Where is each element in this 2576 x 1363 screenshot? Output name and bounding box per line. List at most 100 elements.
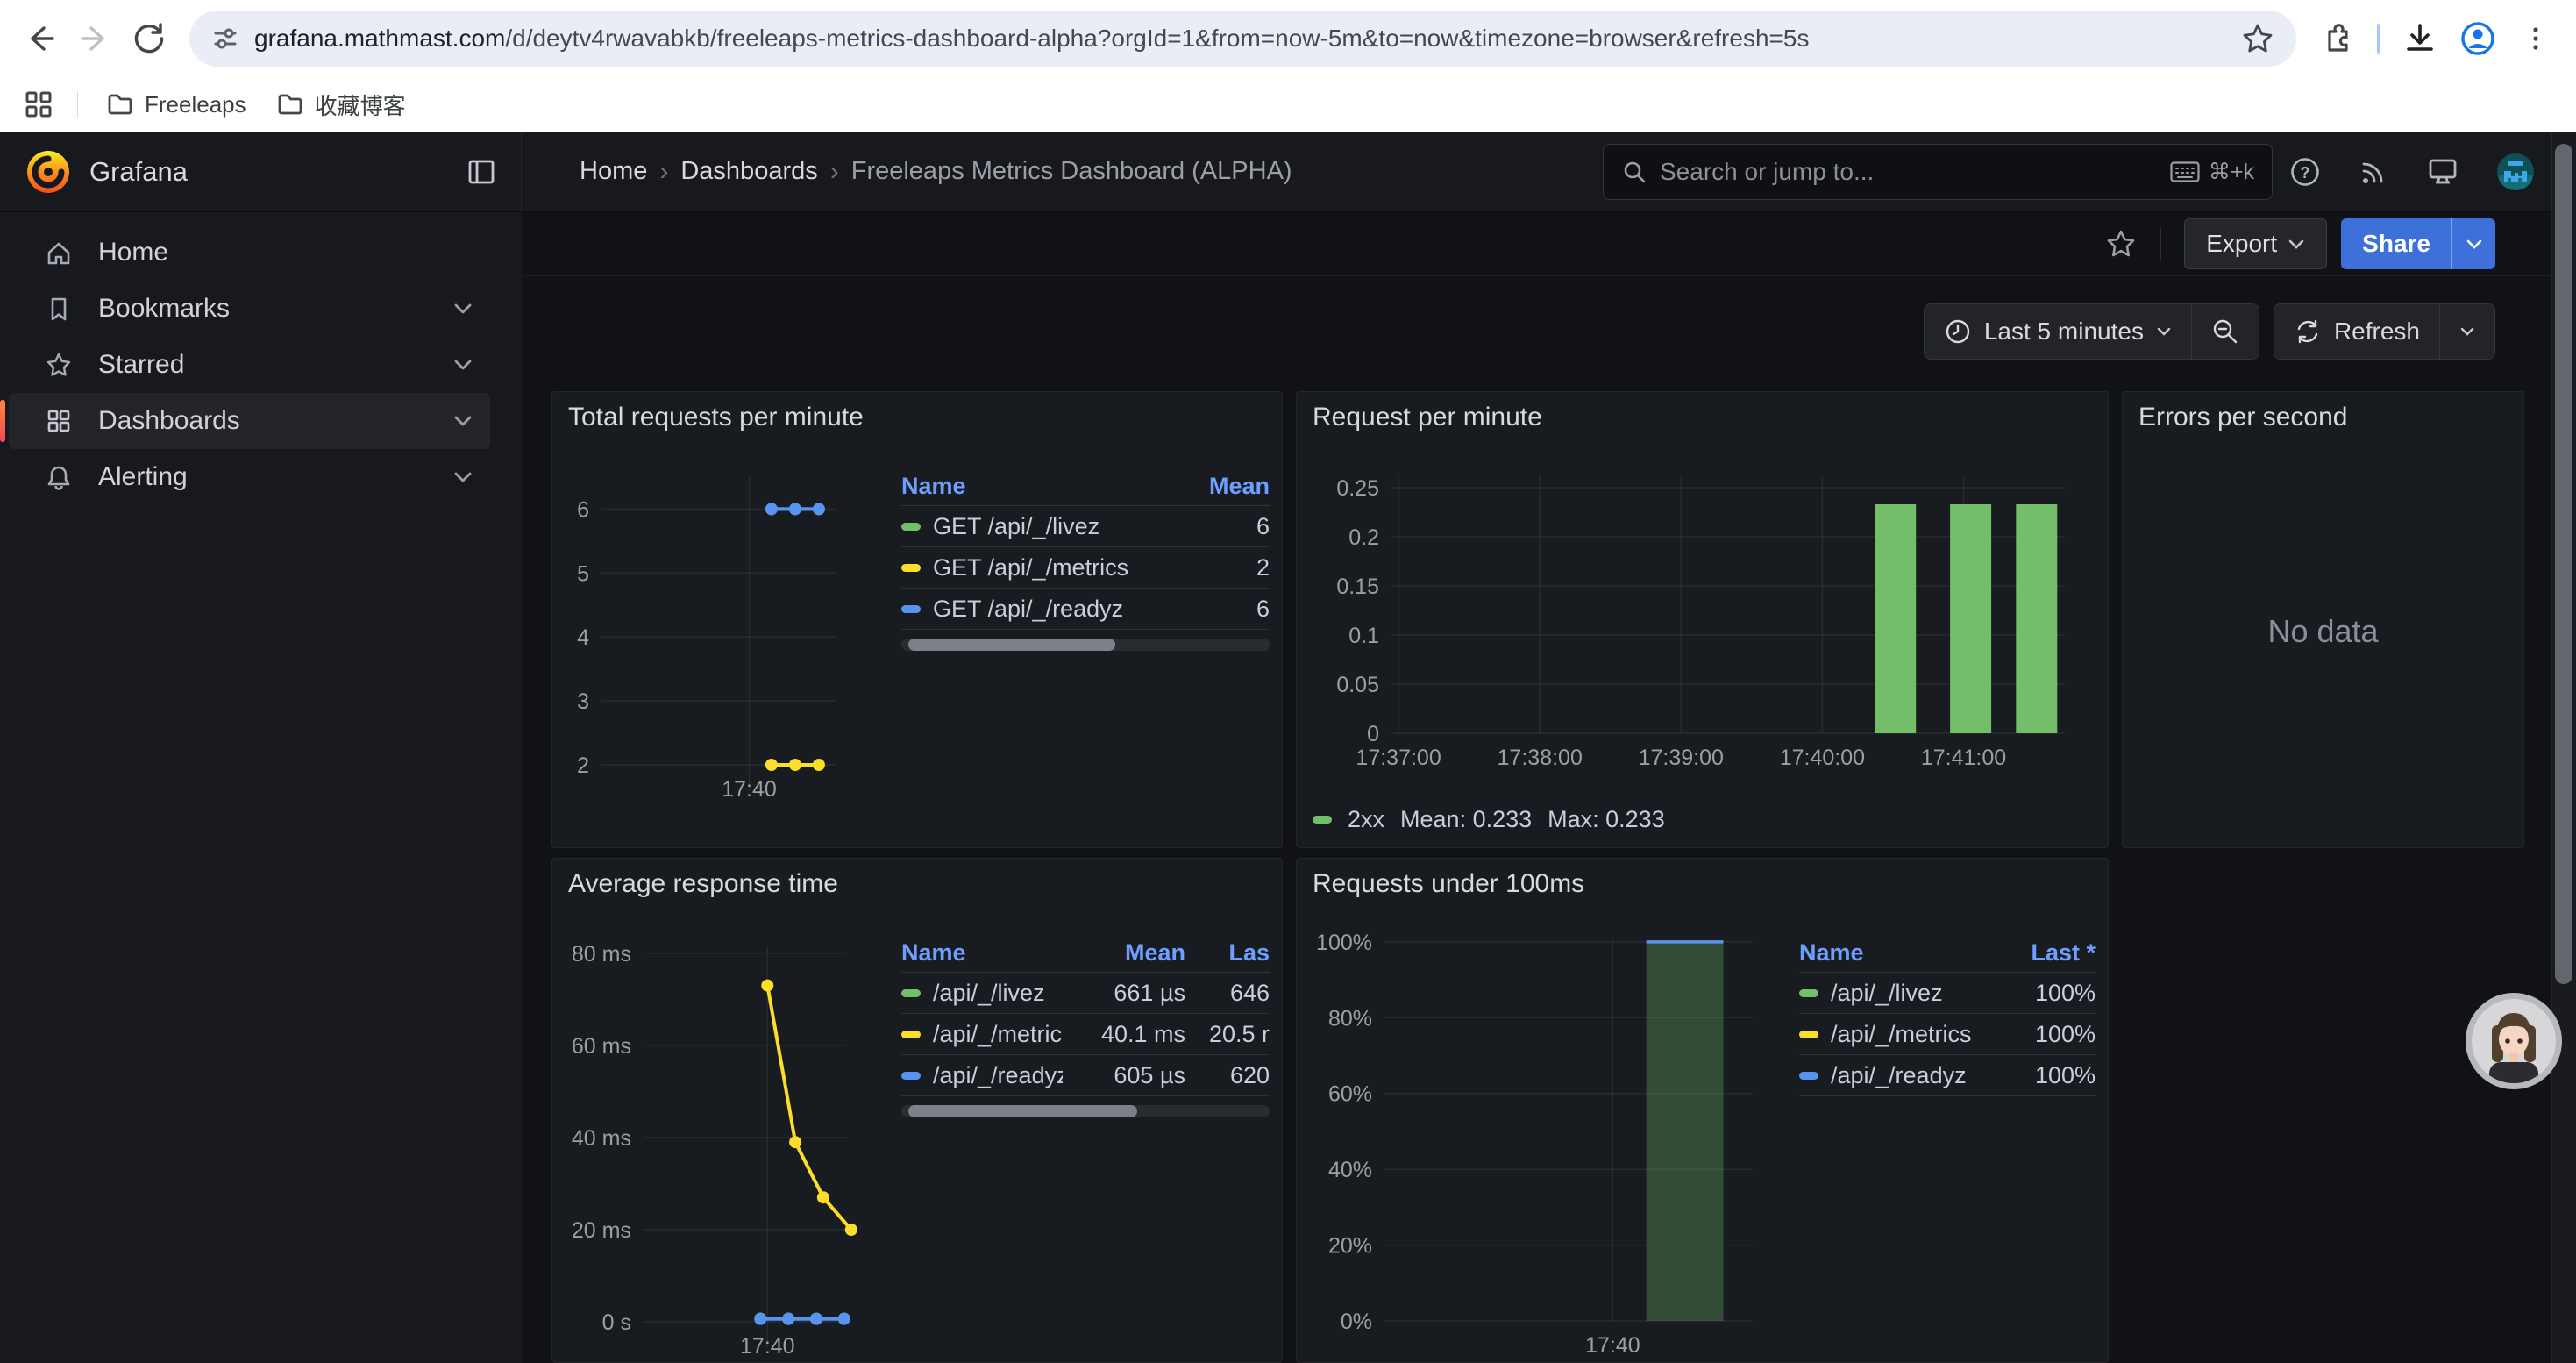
dock-sidebar-icon[interactable] — [465, 155, 498, 189]
series-mean: 6 — [1191, 513, 1270, 540]
sidebar-item-home[interactable]: Home — [9, 225, 490, 281]
browser-menu-button[interactable] — [2511, 14, 2560, 63]
brand-name: Grafana — [89, 156, 188, 188]
profile-button[interactable] — [2453, 14, 2502, 63]
table-hscrollbar[interactable] — [901, 1105, 1270, 1117]
series-mean-stat: Mean: 0.233 — [1400, 806, 1532, 833]
legend-row[interactable]: GET /api/_/metrics 2 — [901, 547, 1270, 589]
sidebar-item-alerting[interactable]: Alerting — [9, 449, 490, 505]
legend-row[interactable]: /api/_/readyz 605 µs 620 — [901, 1055, 1270, 1096]
toolbar-actions — [2312, 14, 2560, 63]
site-controls-icon[interactable] — [210, 24, 240, 54]
favorite-star-button[interactable] — [2104, 227, 2138, 260]
svg-text:17:40:00: 17:40:00 — [1780, 746, 1865, 770]
extensions-button[interactable] — [2312, 14, 2361, 63]
downloads-button[interactable] — [2395, 14, 2444, 63]
chevron-down-icon[interactable] — [453, 471, 473, 483]
share-button[interactable]: Share — [2341, 218, 2451, 269]
series-name: /api/_/livez — [933, 980, 1045, 1007]
grafana-app: Grafana Home › Dashboards › Freeleaps Me… — [0, 132, 2576, 1363]
refresh-button[interactable]: Refresh — [2274, 304, 2439, 359]
sidebar-item-bookmarks[interactable]: Bookmarks — [9, 281, 490, 337]
panel-title[interactable]: Average response time — [568, 869, 838, 899]
sidebar-item-dashboards[interactable]: Dashboards — [9, 393, 490, 449]
grafana-header: Grafana Home › Dashboards › Freeleaps Me… — [0, 132, 2576, 212]
hscrollbar-thumb[interactable] — [908, 639, 1114, 651]
legend-row[interactable]: /api/_/livez 661 µs 646 — [901, 973, 1270, 1014]
header-brand-section: Grafana — [0, 132, 522, 211]
search-placeholder: Search or jump to... — [1660, 158, 2158, 186]
time-range-picker[interactable]: Last 5 minutes — [1925, 304, 2191, 359]
bookmark-folder-blogs[interactable]: 收藏博客 — [266, 83, 416, 126]
refresh-interval-button[interactable] — [2440, 304, 2494, 359]
legend-row[interactable]: /api/_/metrics 100% — [1799, 1014, 2096, 1055]
export-button[interactable]: Export — [2184, 218, 2327, 269]
breadcrumb-home[interactable]: Home — [580, 157, 647, 186]
column-header-last[interactable]: Last * — [1990, 939, 2096, 967]
zoom-out-button[interactable] — [2192, 304, 2259, 359]
user-avatar[interactable] — [2495, 152, 2536, 192]
reload-button[interactable] — [125, 14, 174, 63]
page-scrollbar[interactable] — [2551, 132, 2576, 1363]
news-rss-icon[interactable] — [2357, 155, 2390, 189]
share-dropdown-button[interactable] — [2451, 218, 2495, 269]
apps-grid-button[interactable] — [18, 83, 60, 125]
chevron-down-icon[interactable] — [453, 303, 473, 315]
breadcrumb: Home › Dashboards › Freeleaps Metrics Da… — [580, 157, 1292, 187]
column-header-name[interactable]: Name — [901, 939, 1063, 967]
column-header-name[interactable]: Name — [1799, 939, 1990, 967]
apps-grid-icon — [23, 89, 54, 120]
column-header-mean[interactable]: Mean — [1063, 939, 1185, 967]
refresh-icon — [2294, 318, 2322, 346]
sidebar: Home Bookmarks Starred Dashboards Alerti… — [0, 212, 522, 1363]
column-header-name[interactable]: Name — [901, 473, 1191, 500]
help-icon[interactable]: ? — [2288, 155, 2322, 189]
column-header-last[interactable]: Las — [1185, 939, 1270, 967]
display-icon[interactable] — [2425, 155, 2460, 189]
grafana-logo[interactable] — [25, 148, 72, 196]
sidebar-item-label: Bookmarks — [98, 294, 429, 324]
legend-row[interactable]: /api/_/metrics 40.1 ms 20.5 r — [901, 1014, 1270, 1055]
forward-button[interactable] — [70, 14, 119, 63]
legend-row[interactable]: /api/_/readyz 100% — [1799, 1055, 2096, 1096]
scrollbar-thumb[interactable] — [2555, 144, 2572, 984]
share-label: Share — [2362, 230, 2430, 258]
svg-text:17:41:00: 17:41:00 — [1921, 746, 2006, 770]
request-per-minute-chart[interactable]: 00.050.10.150.20.2517:37:0017:38:0017:39… — [1311, 445, 2096, 831]
legend-row[interactable]: /api/_/livez 100% — [1799, 973, 2096, 1014]
column-header-mean[interactable]: Mean — [1191, 473, 1270, 500]
hscrollbar-thumb[interactable] — [908, 1105, 1136, 1117]
legend-row[interactable]: GET /api/_/livez 6 — [901, 506, 1270, 547]
chevron-down-icon[interactable] — [453, 415, 473, 427]
svg-text:0.2: 0.2 — [1348, 525, 1379, 550]
breadcrumb-dashboards[interactable]: Dashboards — [680, 157, 817, 186]
series-swatch — [901, 564, 921, 572]
back-button[interactable] — [16, 14, 65, 63]
bookmark-folder-freeleaps[interactable]: Freeleaps — [96, 85, 257, 124]
search-input[interactable]: Search or jump to... ⌘+k — [1603, 144, 2273, 200]
svg-text:20 ms: 20 ms — [572, 1218, 631, 1243]
bell-icon — [44, 462, 74, 492]
panel-title[interactable]: Requests under 100ms — [1313, 869, 1584, 899]
series-name[interactable]: 2xx — [1348, 806, 1384, 833]
legend-row[interactable]: GET /api/_/readyz 6 — [901, 589, 1270, 630]
series-name: /api/_/readyz — [933, 1062, 1063, 1089]
panel-title[interactable]: Total requests per minute — [568, 403, 864, 432]
svg-text:17:40: 17:40 — [1585, 1333, 1640, 1358]
svg-text:0.25: 0.25 — [1336, 476, 1379, 501]
search-icon — [1621, 159, 1647, 185]
series-mean: 40.1 ms — [1063, 1021, 1185, 1048]
chevron-down-icon — [2288, 239, 2305, 250]
assistant-avatar-widget[interactable] — [2463, 990, 2565, 1092]
panel-title[interactable]: Errors per second — [2138, 403, 2347, 432]
svg-text:17:40: 17:40 — [722, 777, 777, 802]
breadcrumb-current: Freeleaps Metrics Dashboard (ALPHA) — [851, 157, 1292, 186]
url-bar[interactable]: grafana.mathmast.com/d/deytv4rwavabkb/fr… — [189, 11, 2296, 67]
table-hscrollbar[interactable] — [901, 639, 1270, 651]
panel-title[interactable]: Request per minute — [1313, 403, 1542, 432]
chevron-down-icon[interactable] — [453, 359, 473, 371]
bookmark-star-icon[interactable] — [2240, 21, 2275, 56]
svg-text:17:37:00: 17:37:00 — [1356, 746, 1441, 770]
download-icon — [2402, 20, 2438, 57]
sidebar-item-starred[interactable]: Starred — [9, 337, 490, 393]
